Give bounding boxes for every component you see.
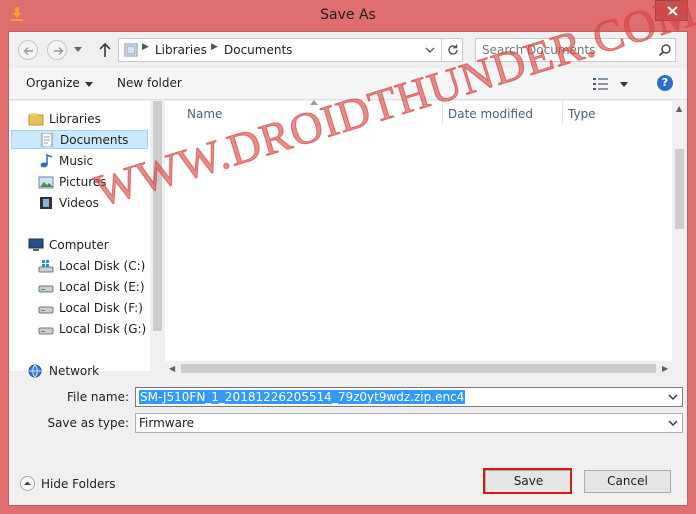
- search-input[interactable]: [482, 42, 652, 58]
- file-name-field[interactable]: SM-J510FN_1_20181226205514_79z0yt9wdz.zi…: [135, 387, 683, 407]
- organize-label: Organize: [26, 76, 80, 90]
- library-location-icon: [124, 43, 138, 57]
- nav-item-videos[interactable]: Videos: [38, 194, 148, 213]
- cancel-button[interactable]: Cancel: [584, 470, 671, 493]
- save-as-window: Save As ▶ Libraries ▶ Documents Search D…: [0, 0, 696, 514]
- computer-icon: [28, 238, 44, 251]
- column-header-name[interactable]: Name: [187, 107, 222, 121]
- dialog-client: ▶ Libraries ▶ Documents Organize New fol…: [8, 31, 688, 506]
- organize-button[interactable]: Organize: [26, 76, 93, 90]
- drive-icon: [38, 285, 54, 293]
- forward-button[interactable]: [47, 40, 67, 60]
- nav-item-libraries[interactable]: Libraries: [28, 110, 148, 129]
- forward-arrow-icon: [54, 47, 64, 55]
- chevron-down-icon[interactable]: [668, 419, 678, 427]
- scrollbar-thumb[interactable]: [675, 149, 684, 229]
- new-folder-button[interactable]: New folder: [117, 76, 182, 90]
- drive-icon: [38, 327, 54, 335]
- save-button[interactable]: Save: [485, 470, 572, 493]
- scrollbar-thumb[interactable]: [153, 101, 162, 331]
- command-bar: Organize New folder ?: [9, 68, 687, 100]
- column-divider[interactable]: [562, 101, 563, 125]
- address-bar[interactable]: ▶ Libraries ▶ Documents: [118, 38, 463, 62]
- chevron-down-icon: [84, 82, 93, 87]
- music-icon: [40, 154, 53, 168]
- scroll-left-icon[interactable]: ◀: [169, 364, 175, 373]
- nav-item-documents[interactable]: Documents: [11, 130, 148, 149]
- chevron-up-icon: [20, 476, 35, 491]
- help-icon[interactable]: ?: [657, 75, 673, 91]
- documents-icon: [41, 133, 53, 147]
- window-title: Save As: [320, 7, 376, 23]
- nav-item-local-disk-g[interactable]: Local Disk (G:): [38, 320, 148, 339]
- videos-icon: [40, 197, 52, 209]
- chevron-down-icon[interactable]: [668, 393, 678, 401]
- back-arrow-icon: [23, 47, 33, 55]
- column-header-date-modified[interactable]: Date modified: [448, 107, 533, 121]
- file-list[interactable]: Name Date modified Type: [165, 100, 672, 361]
- file-list-vertical-scrollbar[interactable]: ▲: [672, 101, 687, 361]
- nav-item-computer[interactable]: Computer: [28, 236, 148, 255]
- navigation-pane: Libraries Documents Music Pictures Video…: [9, 101, 150, 378]
- scrollbar-thumb[interactable]: [181, 364, 656, 373]
- nav-item-local-disk-e[interactable]: Local Disk (E:): [38, 278, 148, 297]
- address-dropdown-icon[interactable]: [425, 44, 435, 56]
- file-list-horizontal-scrollbar[interactable]: ◀ ▶: [165, 361, 672, 376]
- nav-item-local-disk-f[interactable]: Local Disk (F:): [38, 299, 148, 318]
- breadcrumb-documents[interactable]: Documents: [224, 43, 292, 57]
- pictures-icon: [38, 176, 54, 189]
- windows-drive-icon: [38, 260, 54, 273]
- breadcrumb-libraries[interactable]: Libraries: [155, 43, 207, 57]
- up-arrow-icon[interactable]: [97, 41, 113, 59]
- close-button[interactable]: [655, 0, 688, 21]
- column-header-type[interactable]: Type: [568, 107, 596, 121]
- chevron-down-icon: [620, 82, 628, 87]
- drive-icon: [38, 306, 54, 314]
- network-icon: [28, 364, 42, 378]
- save-as-type-select[interactable]: Firmware: [135, 413, 683, 433]
- file-name-value[interactable]: SM-J510FN_1_20181226205514_79z0yt9wdz.zi…: [139, 390, 466, 404]
- nav-item-local-disk-c[interactable]: Local Disk (C:): [38, 257, 148, 276]
- details-view-icon: [593, 78, 608, 90]
- back-button[interactable]: [18, 40, 38, 60]
- breadcrumb-separator-icon: ▶: [142, 42, 149, 52]
- change-view-button[interactable]: [593, 76, 633, 92]
- save-as-type-label: Save as type:: [47, 416, 129, 430]
- libraries-icon: [28, 113, 44, 126]
- save-as-type-value: Firmware: [139, 416, 194, 430]
- breadcrumb-separator-icon: ▶: [211, 42, 218, 52]
- search-box[interactable]: [475, 38, 676, 62]
- column-divider[interactable]: [442, 101, 443, 125]
- nav-item-pictures[interactable]: Pictures: [38, 173, 148, 192]
- recent-locations-icon[interactable]: [74, 47, 82, 52]
- search-icon[interactable]: [658, 43, 672, 57]
- refresh-button[interactable]: [441, 39, 463, 61]
- file-name-label: File name:: [67, 390, 129, 404]
- nav-item-network[interactable]: Network: [28, 362, 148, 381]
- title-bar[interactable]: Save As: [0, 0, 696, 31]
- sort-ascending-icon: [310, 100, 318, 105]
- nav-pane-scrollbar[interactable]: [150, 101, 165, 371]
- nav-item-music[interactable]: Music: [38, 152, 148, 171]
- close-icon: [667, 6, 678, 16]
- scroll-up-icon[interactable]: ▲: [676, 104, 682, 113]
- refresh-icon: [448, 44, 458, 55]
- scroll-right-icon[interactable]: ▶: [662, 364, 668, 373]
